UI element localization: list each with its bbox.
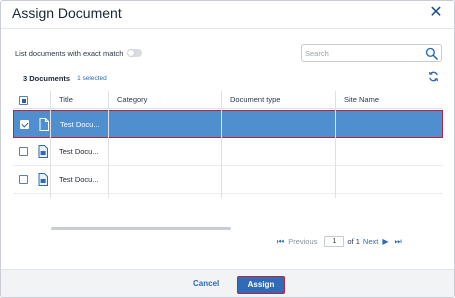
dialog-header: Assign Document ✕ [1, 1, 454, 29]
horizontal-scrollbar[interactable] [51, 227, 231, 230]
row-checkbox[interactable] [20, 120, 29, 129]
search-box [301, 44, 442, 62]
row-title: Test Docu... [59, 147, 99, 156]
documents-grid: Title Category Document type Site Name T… [13, 91, 443, 225]
exact-match-filter: List documents with exact match [15, 46, 143, 60]
row-checkbox[interactable] [19, 175, 28, 184]
row-title: Test Docu... [60, 120, 100, 129]
column-site-name[interactable]: Site Name [344, 91, 379, 109]
document-icon [39, 118, 49, 131]
table-row[interactable]: Test Docu... [13, 138, 443, 166]
page-total: of 1 [347, 237, 360, 246]
exact-match-toggle[interactable] [127, 49, 143, 57]
column-title[interactable]: Title [59, 91, 73, 109]
next-button[interactable]: Next [363, 237, 378, 246]
assign-button[interactable]: Assign [237, 276, 285, 294]
column-divider [335, 91, 336, 198]
column-category[interactable]: Category [117, 91, 147, 109]
column-divider [221, 91, 222, 198]
last-page-icon[interactable]: ⏭ [394, 237, 401, 247]
document-icon [38, 173, 48, 186]
refresh-icon[interactable] [428, 71, 439, 82]
table-row[interactable]: Test Docu... [13, 110, 443, 138]
row-title: Test Docu... [59, 175, 99, 184]
cancel-button[interactable]: Cancel [193, 279, 219, 288]
previous-button[interactable]: Previous [288, 237, 317, 246]
column-divider [108, 91, 109, 198]
dialog-title: Assign Document [12, 5, 122, 21]
next-page-icon[interactable]: ▶ [382, 237, 388, 246]
pagination: ⏮ Previous 1 of 1 Next ▶ ⏭ [277, 235, 402, 248]
close-icon[interactable]: ✕ [428, 5, 444, 21]
row-checkbox[interactable] [19, 147, 28, 156]
first-page-icon[interactable]: ⏮ [277, 237, 284, 247]
summary-row: 3 Documents 1 selected [23, 72, 107, 84]
assign-document-dialog: Assign Document ✕ List documents with ex… [0, 0, 455, 298]
selected-count: 1 selected [77, 74, 107, 82]
select-all-checkbox[interactable] [19, 96, 28, 105]
search-input[interactable] [305, 47, 417, 59]
column-document-type[interactable]: Document type [230, 91, 280, 109]
document-count: 3 Documents [23, 73, 71, 83]
search-icon[interactable] [425, 47, 438, 60]
toggle-knob [128, 50, 135, 56]
document-icon [38, 145, 48, 158]
grid-header: Title Category Document type Site Name [13, 91, 443, 109]
column-divider [50, 91, 51, 198]
table-row[interactable]: Test Docu... [13, 166, 443, 194]
page-number-input[interactable]: 1 [324, 236, 345, 247]
dialog-footer: Cancel Assign [1, 269, 454, 297]
exact-match-label: List documents with exact match [15, 48, 124, 58]
